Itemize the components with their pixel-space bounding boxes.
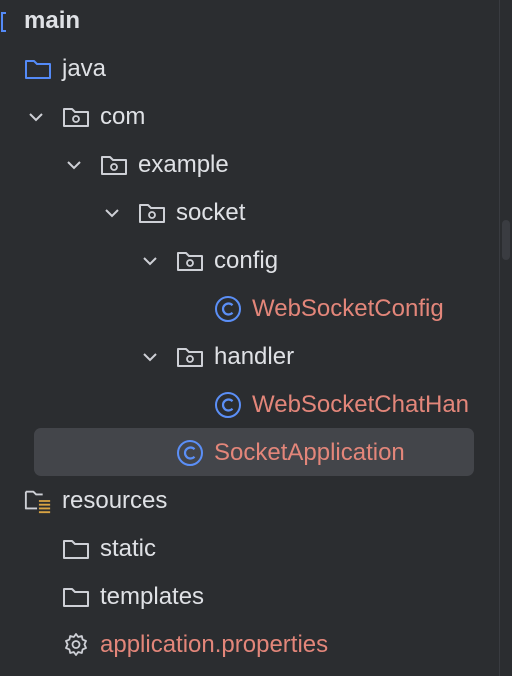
tree-item-static[interactable]: static — [0, 525, 500, 573]
gear-icon — [62, 631, 90, 659]
package-icon — [100, 151, 128, 179]
tree-item-label: example — [138, 151, 229, 178]
class-icon — [214, 391, 242, 419]
tree-item-label: static — [100, 535, 157, 562]
tree-item-config[interactable]: config — [0, 237, 500, 285]
chevron-down-icon[interactable] — [100, 201, 124, 225]
package-icon — [62, 103, 90, 131]
scrollbar-thumb[interactable] — [502, 220, 510, 260]
resources-folder-icon — [24, 487, 52, 515]
folder-icon — [62, 535, 90, 563]
folder-icon — [62, 583, 90, 611]
class-icon — [176, 439, 204, 467]
tree-item-label: application.properties — [100, 631, 329, 658]
tree-item-com[interactable]: com — [0, 93, 500, 141]
package-icon — [138, 199, 166, 227]
tree-item-example[interactable]: example — [0, 141, 500, 189]
source-folder-icon — [24, 55, 52, 83]
tree-item-websocketchathandler[interactable]: WebSocketChatHan — [0, 381, 500, 429]
tree-item-handler[interactable]: handler — [0, 333, 500, 381]
tree-item-label: socket — [176, 199, 246, 226]
tree-item-label: resources — [62, 487, 168, 514]
chevron-down-icon[interactable] — [138, 249, 162, 273]
tree-item-label: templates — [100, 583, 205, 610]
chevron-down-icon[interactable] — [24, 105, 48, 129]
chevron-down-icon[interactable] — [62, 153, 86, 177]
tree-item-templates[interactable]: templates — [0, 573, 500, 621]
vertical-scrollbar[interactable] — [499, 0, 512, 676]
tree-item-label: handler — [214, 343, 295, 370]
tree-item-label: main — [24, 7, 81, 34]
chevron-down-icon[interactable] — [138, 345, 162, 369]
tree-item-label: SocketApplication — [214, 439, 405, 466]
tree-item-socket[interactable]: socket — [0, 189, 500, 237]
package-icon — [176, 247, 204, 275]
tree-item-application-properties[interactable]: application.properties — [0, 621, 500, 669]
tree-item-label: WebSocketConfig — [252, 295, 444, 322]
tree-item-socketapplication[interactable]: SocketApplication — [0, 429, 500, 477]
package-icon — [176, 343, 204, 371]
tree-item-java[interactable]: java — [0, 45, 500, 93]
tree-item-websocketconfig[interactable]: WebSocketConfig — [0, 285, 500, 333]
tree-item-label: com — [100, 103, 146, 130]
tree-item-main[interactable]: main — [0, 0, 500, 45]
tree-item-label: config — [214, 247, 279, 274]
class-icon — [214, 295, 242, 323]
project-tree: main java com example socket config WebS… — [0, 0, 500, 676]
tree-item-label: WebSocketChatHan — [252, 391, 470, 418]
tree-item-resources[interactable]: resources — [0, 477, 500, 525]
tree-item-label: java — [62, 55, 107, 82]
